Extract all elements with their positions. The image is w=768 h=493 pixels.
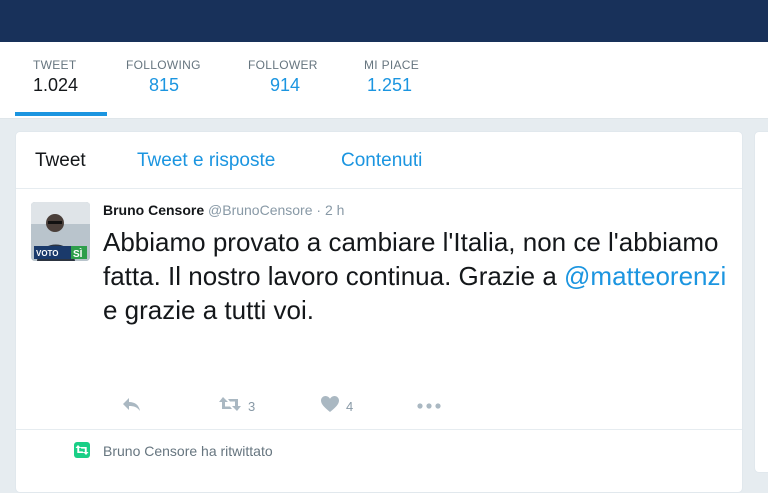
retweet-banner-text[interactable]: Bruno Censore ha ritwittato: [103, 443, 273, 459]
author-name[interactable]: Bruno Censore: [103, 202, 204, 218]
reply-icon: [121, 396, 141, 417]
stat-follower-value: 914: [270, 75, 301, 95]
tweet-text: Abbiamo provato a cambiare l'Italia, non…: [103, 225, 733, 327]
right-side-panel: [754, 131, 768, 473]
tab-tweet-e-risposte[interactable]: Tweet e risposte: [137, 150, 275, 172]
retweet-icon: [218, 396, 242, 417]
like-count: 4: [346, 398, 354, 414]
author-handle[interactable]: @BrunoCensore: [208, 202, 313, 218]
tweet-header: Bruno Censore @BrunoCensore · 2 h: [103, 202, 344, 218]
stat-tweet-value: 1.024: [33, 75, 79, 95]
stat-follower-label: FOLLOWER: [248, 58, 318, 72]
tweet-text-part-2: e grazie a tutti voi.: [103, 295, 314, 325]
avatar-badge-text: VOTO: [36, 249, 59, 258]
heart-icon: [320, 395, 340, 418]
more-dots-icon: [416, 397, 442, 415]
stat-tweet[interactable]: TWEET 1.024: [33, 58, 78, 96]
active-stat-underline: [15, 112, 107, 116]
stat-likes[interactable]: MI PIACE 1.251: [364, 58, 419, 96]
stat-following[interactable]: FOLLOWING 815: [126, 58, 201, 96]
stat-following-label: FOLLOWING: [126, 58, 201, 72]
stat-tweet-label: TWEET: [33, 58, 77, 72]
stat-likes-value: 1.251: [367, 75, 413, 95]
profile-stats-bar: TWEET 1.024 FOLLOWING 815 FOLLOWER 914 M…: [0, 42, 768, 119]
top-navigation-bar: [0, 0, 768, 42]
timeline-tabs: Tweet Tweet e risposte Contenuti: [16, 132, 742, 189]
stat-follower[interactable]: FOLLOWER 914: [248, 58, 318, 96]
avatar-photo: VOTO SÌ: [31, 202, 90, 261]
retweet-button[interactable]: 3: [218, 394, 255, 418]
avatar-badge-si: SÌ: [73, 247, 83, 260]
mention-link[interactable]: @matteorenzi: [564, 261, 726, 291]
retweet-count: 3: [248, 398, 256, 414]
retweet-icon: [74, 442, 90, 463]
tweet-timestamp[interactable]: 2 h: [325, 202, 344, 218]
avatar[interactable]: VOTO SÌ: [31, 202, 90, 261]
tab-tweet[interactable]: Tweet: [35, 150, 86, 172]
like-button[interactable]: 4: [320, 394, 353, 418]
stat-likes-label: MI PIACE: [364, 58, 420, 72]
reply-button[interactable]: [121, 394, 141, 418]
more-button[interactable]: [416, 394, 442, 418]
timeline-card: Tweet Tweet e risposte Contenuti VOTO SÌ…: [15, 131, 743, 493]
retweet-banner: Bruno Censore ha ritwittato: [16, 429, 742, 492]
tab-contenuti[interactable]: Contenuti: [341, 150, 422, 172]
stat-following-value: 815: [149, 75, 180, 95]
tweet-actions: 3 4: [103, 394, 703, 418]
header-separator: ·: [316, 202, 322, 218]
